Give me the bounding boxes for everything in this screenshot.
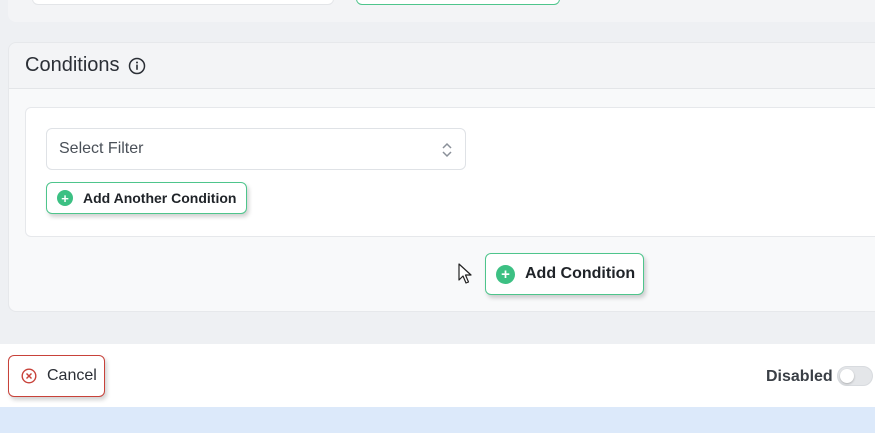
cancel-label: Cancel [47,367,97,384]
enabled-toggle[interactable] [837,366,873,386]
add-condition-button[interactable]: + Add Condition [485,253,645,295]
plus-circle-icon: + [496,264,515,284]
plus-circle-icon: + [57,190,73,206]
add-another-condition-label: Add Another Condition [83,190,237,206]
condition-filter-group: Select Filter + Add Another Condition [25,107,875,237]
status-label: Disabled [766,368,833,385]
previous-input-field[interactable] [32,0,334,5]
add-condition-label: Add Condition [525,265,636,282]
chevron-up-down-icon [441,141,453,159]
add-another-condition-button[interactable]: + Add Another Condition [46,182,248,214]
form-footer: Cancel Disabled [0,344,875,407]
previous-section-card [8,0,875,22]
conditions-card: Conditions Select Filter + Add Another C… [8,42,875,312]
previous-action-button[interactable] [356,0,560,5]
x-circle-icon [21,368,37,384]
toggle-knob[interactable] [840,369,854,383]
mouse-pointer-icon [458,263,472,285]
conditions-title: Conditions [25,54,120,76]
conditions-body: Select Filter + Add Another Condition + … [9,89,875,311]
info-icon[interactable] [128,57,146,75]
select-filter-dropdown[interactable]: Select Filter [46,128,466,170]
bottom-band [0,407,875,433]
conditions-header: Conditions [9,43,875,89]
cancel-button[interactable]: Cancel [8,355,105,397]
select-filter-value: Select Filter [59,140,144,157]
